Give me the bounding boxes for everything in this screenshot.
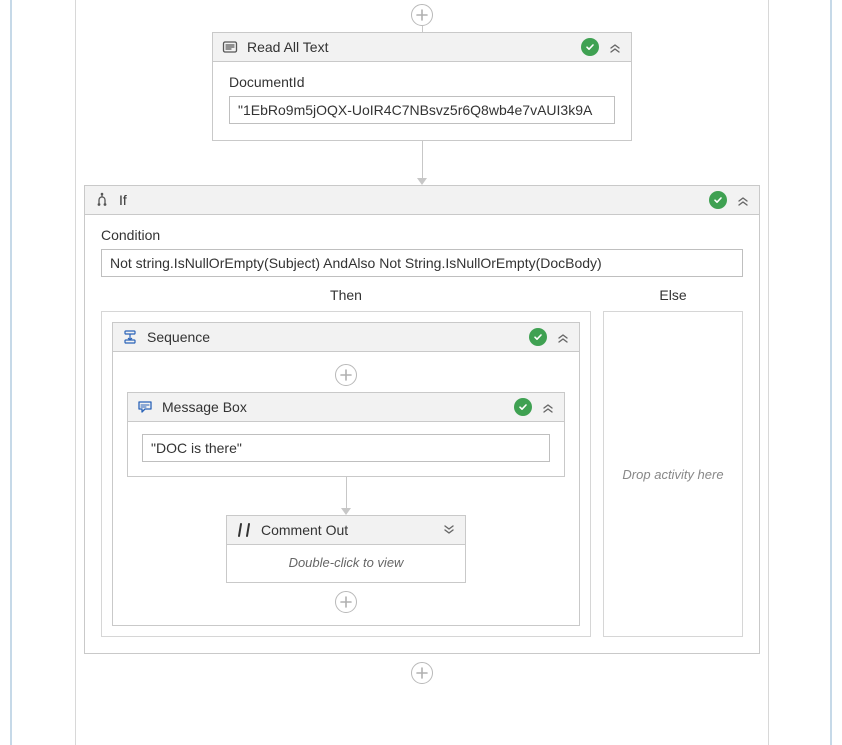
condition-label: Condition xyxy=(101,227,743,243)
add-activity-seq-bottom[interactable] xyxy=(335,583,357,615)
else-drop-hint: Drop activity here xyxy=(616,461,729,488)
comment-out-header[interactable]: Comment Out xyxy=(227,516,465,545)
comment-out-activity[interactable]: Comment Out Double-click to view xyxy=(226,515,466,583)
message-box-title: Message Box xyxy=(162,399,506,415)
status-ok-icon xyxy=(529,328,547,346)
parent-activity-border-right xyxy=(768,0,769,745)
then-branch: Then xyxy=(101,283,591,637)
plus-icon xyxy=(416,667,428,679)
read-all-text-header[interactable]: Read All Text xyxy=(213,33,631,62)
read-all-text-activity[interactable]: Read All Text DocumentId "1EbRo9m5jOQX-U… xyxy=(212,32,632,141)
outer-rail-right xyxy=(830,0,832,745)
message-box-header[interactable]: Message Box xyxy=(128,393,564,422)
read-all-text-icon xyxy=(221,38,239,56)
else-branch: Else Drop activity here xyxy=(603,283,743,637)
sequence-title: Sequence xyxy=(147,329,521,345)
add-activity-before-read[interactable] xyxy=(84,4,760,26)
flow-connector xyxy=(84,141,760,185)
plus-icon xyxy=(340,596,352,608)
status-ok-icon xyxy=(709,191,727,209)
workflow-canvas: Read All Text DocumentId "1EbRo9m5jOQX-U… xyxy=(76,0,768,745)
comment-out-hint: Double-click to view xyxy=(227,545,465,582)
comment-out-icon xyxy=(235,521,253,539)
collapse-toggle[interactable] xyxy=(540,399,556,415)
collapse-toggle[interactable] xyxy=(555,329,571,345)
message-box-input[interactable]: "DOC is there" xyxy=(142,434,550,462)
sequence-icon xyxy=(121,328,139,346)
message-box-activity[interactable]: Message Box xyxy=(127,392,565,477)
then-label: Then xyxy=(101,283,591,311)
outer-rail-left xyxy=(10,0,12,745)
else-label: Else xyxy=(603,283,743,311)
flow-connector xyxy=(341,477,351,515)
expand-toggle[interactable] xyxy=(441,522,457,538)
else-panel[interactable]: Drop activity here xyxy=(603,311,743,637)
condition-input[interactable]: Not string.IsNullOrEmpty(Subject) AndAls… xyxy=(101,249,743,277)
read-all-text-title: Read All Text xyxy=(247,39,573,55)
collapse-toggle[interactable] xyxy=(607,39,623,55)
collapse-toggle[interactable] xyxy=(735,192,751,208)
sequence-activity[interactable]: Sequence xyxy=(112,322,580,626)
then-panel[interactable]: Sequence xyxy=(101,311,591,637)
sequence-header[interactable]: Sequence xyxy=(113,323,579,352)
comment-out-title: Comment Out xyxy=(261,522,433,538)
add-activity-after-if[interactable] xyxy=(84,654,760,684)
documentid-input[interactable]: "1EbRo9m5jOQX-UoIR4C7NBsvz5r6Q8wb4e7vAUI… xyxy=(229,96,615,124)
plus-icon xyxy=(416,9,428,21)
flow-connector xyxy=(84,26,760,32)
add-activity-seq-top[interactable] xyxy=(335,362,357,392)
if-header[interactable]: If xyxy=(85,186,759,215)
status-ok-icon xyxy=(581,38,599,56)
documentid-label: DocumentId xyxy=(229,74,615,90)
if-title: If xyxy=(119,192,701,208)
if-icon xyxy=(93,191,111,209)
status-ok-icon xyxy=(514,398,532,416)
if-activity[interactable]: If Condition Not string.IsNullOrEmpty(Su… xyxy=(84,185,760,654)
plus-icon xyxy=(340,369,352,381)
message-box-icon xyxy=(136,398,154,416)
